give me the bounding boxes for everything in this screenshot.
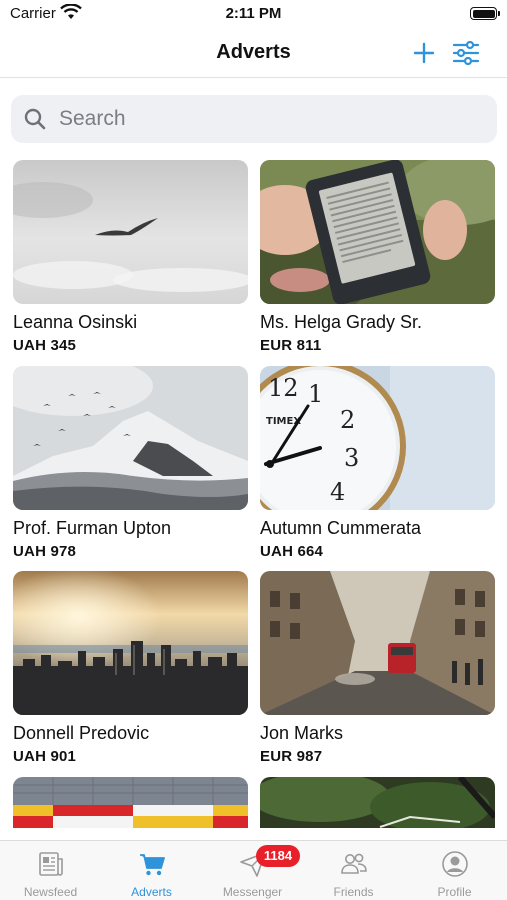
advert-image	[260, 571, 495, 715]
advert-card[interactable]	[13, 777, 248, 828]
status-time: 2:11 PM	[225, 5, 282, 22]
svg-text:12: 12	[268, 374, 299, 402]
svg-text:4: 4	[330, 478, 345, 506]
tab-newsfeed[interactable]: Newsfeed	[0, 841, 101, 900]
newspaper-icon	[38, 852, 63, 876]
adverts-grid: Leanna Osinski UAH 345 Ms. Helga Grady S…	[13, 160, 495, 828]
search-icon	[24, 108, 46, 130]
tab-friends[interactable]: Friends	[303, 841, 404, 900]
advert-card[interactable]: Leanna Osinski UAH 345	[13, 160, 248, 354]
people-icon	[340, 853, 367, 874]
advert-image	[260, 777, 495, 828]
tab-adverts[interactable]: Adverts	[101, 841, 202, 900]
tab-label: Friends	[333, 885, 374, 899]
tab-label: Newsfeed	[23, 885, 78, 899]
navigation-bar: Adverts	[0, 28, 507, 78]
advert-card[interactable]: Donnell Predovic UAH 901	[13, 571, 248, 765]
svg-text:1: 1	[308, 380, 323, 408]
advert-image	[13, 777, 248, 828]
advert-name: Prof. Furman Upton	[13, 518, 172, 538]
svg-text:3: 3	[344, 444, 359, 472]
person-circle-icon	[441, 851, 468, 877]
advert-price: EUR 811	[260, 337, 322, 354]
advert-card[interactable]: Prof. Furman Upton UAH 978	[13, 366, 248, 560]
cart-icon	[139, 854, 165, 876]
advert-name: Donnell Predovic	[13, 723, 150, 743]
advert-card[interactable]: Ms. Helga Grady Sr. EUR 811	[260, 160, 495, 354]
advert-price: UAH 978	[13, 543, 77, 560]
advert-image	[13, 366, 248, 510]
unread-badge: 1184	[256, 845, 300, 867]
advert-image	[13, 571, 248, 715]
advert-image	[13, 160, 248, 304]
status-bar: Carrier 2:11 PM	[0, 0, 507, 28]
advert-price: UAH 901	[13, 748, 77, 765]
search-input[interactable]	[59, 107, 479, 131]
tab-label: Adverts	[131, 885, 172, 899]
advert-name: Jon Marks	[260, 723, 344, 743]
advert-image	[260, 160, 495, 304]
add-advert-button[interactable]	[409, 38, 439, 68]
tab-label: Profile	[437, 885, 472, 899]
advert-card[interactable]: 12 1 2 3 4 TIMEX Autumn Cummerata UAH 66…	[260, 366, 495, 560]
svg-text:2: 2	[340, 406, 355, 434]
plus-icon	[413, 42, 435, 64]
tab-profile[interactable]: Profile	[404, 841, 505, 900]
battery-icon	[470, 7, 500, 20]
filter-button[interactable]	[451, 38, 481, 68]
advert-name: Ms. Helga Grady Sr.	[260, 312, 423, 332]
advert-price: UAH 664	[260, 543, 324, 560]
tab-bar: Newsfeed Adverts 1184 Messenger Friends	[0, 840, 507, 900]
advert-price: UAH 345	[13, 337, 77, 354]
sliders-icon	[452, 41, 480, 65]
tab-label: Messenger	[222, 885, 283, 899]
advert-image: 12 1 2 3 4 TIMEX	[260, 366, 495, 510]
advert-card[interactable]: Jon Marks EUR 987	[260, 571, 495, 765]
advert-name: Leanna Osinski	[13, 312, 138, 332]
advert-name: Autumn Cummerata	[260, 518, 422, 538]
advert-price: EUR 987	[260, 748, 323, 765]
advert-card[interactable]	[260, 777, 495, 828]
search-bar[interactable]	[11, 95, 497, 143]
tab-messenger[interactable]: 1184 Messenger	[202, 841, 303, 900]
